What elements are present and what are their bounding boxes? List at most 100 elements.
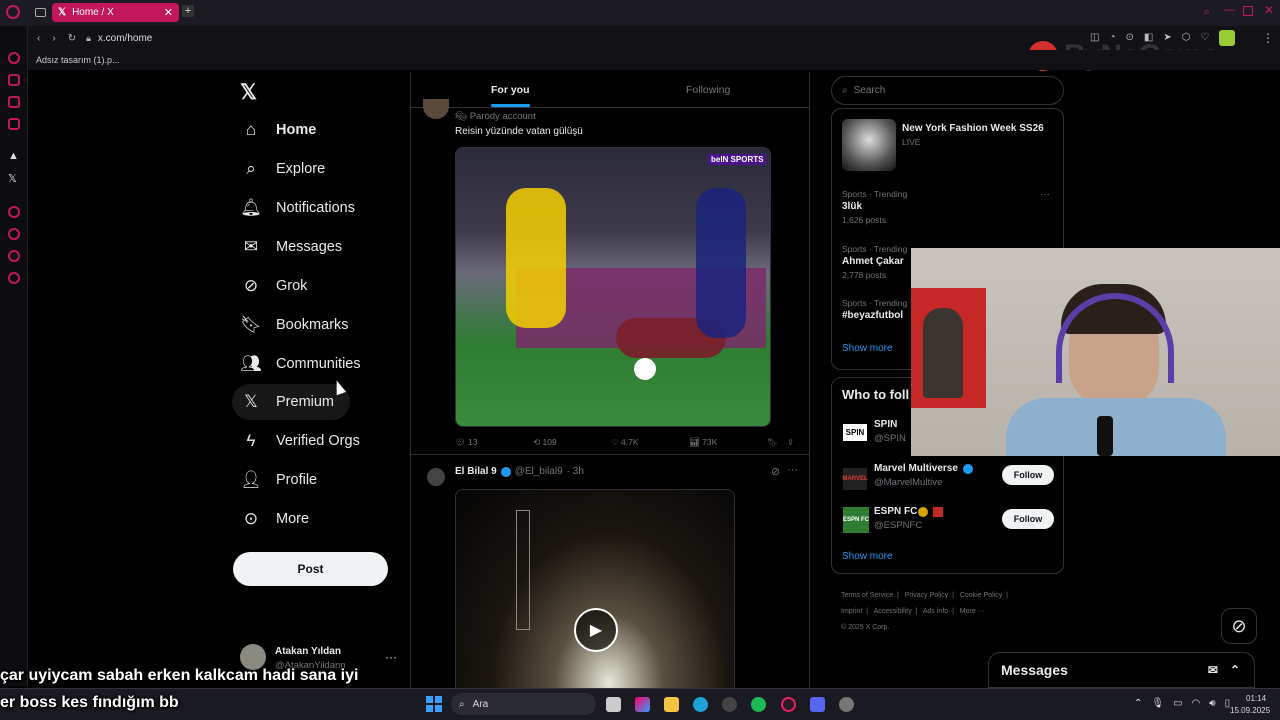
- sidebar-player-icon[interactable]: [8, 206, 20, 218]
- nav-premium[interactable]: 𝕏 Premium: [232, 384, 351, 420]
- opera-sidebar: ▲ 𝕏: [0, 26, 28, 686]
- sidebar-mail-icon[interactable]: [8, 96, 20, 108]
- clock-date[interactable]: 15.09.2025: [1230, 706, 1270, 715]
- imprint-link[interactable]: Imprint: [841, 608, 862, 615]
- terms-link[interactable]: Terms of Service: [841, 592, 893, 599]
- nav-explore[interactable]: ⌕ Explore: [232, 151, 325, 187]
- play-button[interactable]: ▶: [574, 608, 618, 652]
- volume-icon[interactable]: 🔊︎: [1209, 698, 1215, 709]
- menu-icon[interactable]: ⋮: [1262, 31, 1274, 45]
- post-button[interactable]: Post: [233, 552, 388, 586]
- sidebar-bag-icon[interactable]: [8, 74, 20, 86]
- show-more-link[interactable]: Show more: [842, 551, 893, 562]
- grok-fab[interactable]: ⊘: [1221, 608, 1257, 644]
- task-view-icon[interactable]: [606, 697, 621, 712]
- trend-item[interactable]: Sports · Trending 3lük 1,626 posts ···: [842, 189, 1057, 229]
- sidebar-arc-icon[interactable]: ▲: [8, 150, 19, 162]
- expand-icon[interactable]: ⌃: [1230, 663, 1240, 677]
- settings-icon[interactable]: [839, 697, 854, 712]
- trend-item[interactable]: Sports · Trending #beyazfutbol: [842, 298, 912, 328]
- nav-profile[interactable]: 👤︎ Profile: [232, 462, 317, 498]
- privacy-link[interactable]: Privacy Policy: [905, 592, 949, 599]
- close-window-icon[interactable]: ✕: [1264, 3, 1274, 17]
- show-more-link[interactable]: Show more: [842, 343, 893, 354]
- tab-close-icon[interactable]: ✕: [164, 6, 173, 19]
- follow-suggestion[interactable]: ESPN FC ESPN FC @ESPNFC Follow: [832, 504, 1063, 544]
- reload-icon[interactable]: ↻: [68, 33, 76, 44]
- dell-icon[interactable]: [722, 697, 737, 712]
- ads-info-link[interactable]: Ads info: [923, 608, 948, 615]
- more-dots-icon[interactable]: ···: [1040, 189, 1050, 200]
- like-button[interactable]: ♡ 4.7K: [611, 437, 689, 448]
- trend-item[interactable]: Sports · Trending Ahmet Çakar 2,778 post…: [842, 244, 912, 284]
- more-dots-icon[interactable]: ···: [787, 464, 798, 476]
- wifi-icon[interactable]: ◠: [1192, 698, 1201, 709]
- discord-icon[interactable]: [810, 697, 825, 712]
- sidebar-news-icon[interactable]: [8, 118, 20, 130]
- tray-icons[interactable]: ⌃ 🎙︎ ▭ ◠ 🔊︎ ▯: [1134, 698, 1230, 709]
- file-explorer-icon[interactable]: [664, 697, 679, 712]
- start-icon[interactable]: [426, 696, 442, 712]
- author-name[interactable]: El Bilal 9: [455, 466, 497, 477]
- tab-following[interactable]: Following: [686, 84, 730, 96]
- back-icon[interactable]: ‹: [37, 33, 40, 44]
- sidebar-history-icon[interactable]: [8, 228, 20, 240]
- display-icon[interactable]: ▭: [1173, 698, 1182, 709]
- view-count: 73K: [702, 437, 718, 447]
- sidebar-chat-icon[interactable]: [8, 250, 20, 262]
- mic-icon[interactable]: 🎙︎: [1151, 698, 1164, 709]
- grok-icon[interactable]: ⊘: [771, 465, 780, 478]
- suggestion-name: Marvel Multiverse: [874, 463, 958, 474]
- tab-manager-icon[interactable]: [35, 8, 46, 17]
- more-link[interactable]: More ···: [960, 608, 985, 615]
- nav-grok[interactable]: ⊘ Grok: [232, 268, 308, 304]
- nav-home[interactable]: ⌂ Home: [232, 112, 316, 148]
- sidebar-settings-icon[interactable]: [8, 272, 20, 284]
- compose-message-icon[interactable]: ✉: [1208, 663, 1218, 677]
- copilot-icon[interactable]: [635, 697, 650, 712]
- bookmark-item[interactable]: Adsız tasarım (1).p...: [36, 55, 120, 65]
- opera-taskbar-icon[interactable]: [781, 697, 796, 712]
- accessibility-link[interactable]: Accessibility: [874, 608, 912, 615]
- url-field[interactable]: x.com/home: [98, 33, 152, 44]
- spotify-icon[interactable]: [751, 697, 766, 712]
- browser-tab-bar: 𝕏 Home / X ✕ + ⌕ — ✕: [0, 0, 1280, 26]
- new-tab-button[interactable]: +: [182, 5, 194, 17]
- more-dots-icon[interactable]: ···: [385, 650, 397, 664]
- nav-notifications[interactable]: 🔔︎ Notifications: [232, 190, 355, 226]
- post-card[interactable]: 🎭︎ Parody account Reisin yüzünde vatan g…: [411, 99, 809, 455]
- maximize-icon[interactable]: [1243, 6, 1253, 16]
- nav-more[interactable]: ⊙ More: [232, 501, 309, 537]
- tab-for-you[interactable]: For you: [491, 84, 530, 107]
- share-button[interactable]: ⇪: [787, 437, 794, 448]
- follow-button[interactable]: Follow: [1002, 465, 1054, 485]
- edge-icon[interactable]: [693, 697, 708, 712]
- clock-time[interactable]: 01:14: [1246, 694, 1266, 703]
- nav-verified-orgs[interactable]: ϟ Verified Orgs: [232, 423, 360, 459]
- browser-tab-home[interactable]: 𝕏 Home / X ✕: [52, 3, 179, 22]
- post-image[interactable]: beIN SPORTS: [455, 147, 771, 427]
- follow-suggestion[interactable]: MARVEL Marvel Multiverse @MarvelMultive …: [832, 460, 1063, 500]
- search-input[interactable]: ⌕ Search: [831, 76, 1064, 105]
- post-card[interactable]: El Bilal 9 @El_bilal9 · 3h ⊘ ··· ▶: [411, 456, 809, 694]
- sidebar-aria-icon[interactable]: [8, 52, 20, 64]
- nav-bookmarks[interactable]: 🔖︎ Bookmarks: [232, 307, 348, 343]
- search-tabs-icon[interactable]: ⌕: [1204, 6, 1210, 19]
- trend-item[interactable]: New York Fashion Week SS26 LIVE: [832, 109, 1063, 173]
- follow-button[interactable]: Follow: [1002, 509, 1054, 529]
- cookie-link[interactable]: Cookie Policy: [960, 592, 1002, 599]
- forward-icon[interactable]: ›: [52, 33, 55, 44]
- bookmark-button[interactable]: 🔖︎: [767, 437, 787, 448]
- taskbar-search[interactable]: ⌕ Ara: [451, 693, 596, 715]
- nav-communities[interactable]: 👥︎ Communities: [232, 346, 360, 382]
- opera-logo-icon[interactable]: [6, 5, 20, 19]
- reply-button[interactable]: 💬︎ 13: [455, 437, 533, 448]
- post-video[interactable]: ▶: [455, 489, 735, 694]
- nav-messages[interactable]: ✉ Messages: [232, 229, 342, 265]
- views-button[interactable]: 📊︎ 73K: [689, 437, 767, 448]
- minimize-icon[interactable]: —: [1224, 4, 1235, 16]
- chevron-up-icon[interactable]: ⌃: [1134, 698, 1142, 709]
- messages-drawer[interactable]: Messages ✉ ⌃: [988, 652, 1255, 688]
- sidebar-x-icon[interactable]: 𝕏: [8, 172, 17, 185]
- repost-button[interactable]: ⟲ 109: [533, 437, 611, 448]
